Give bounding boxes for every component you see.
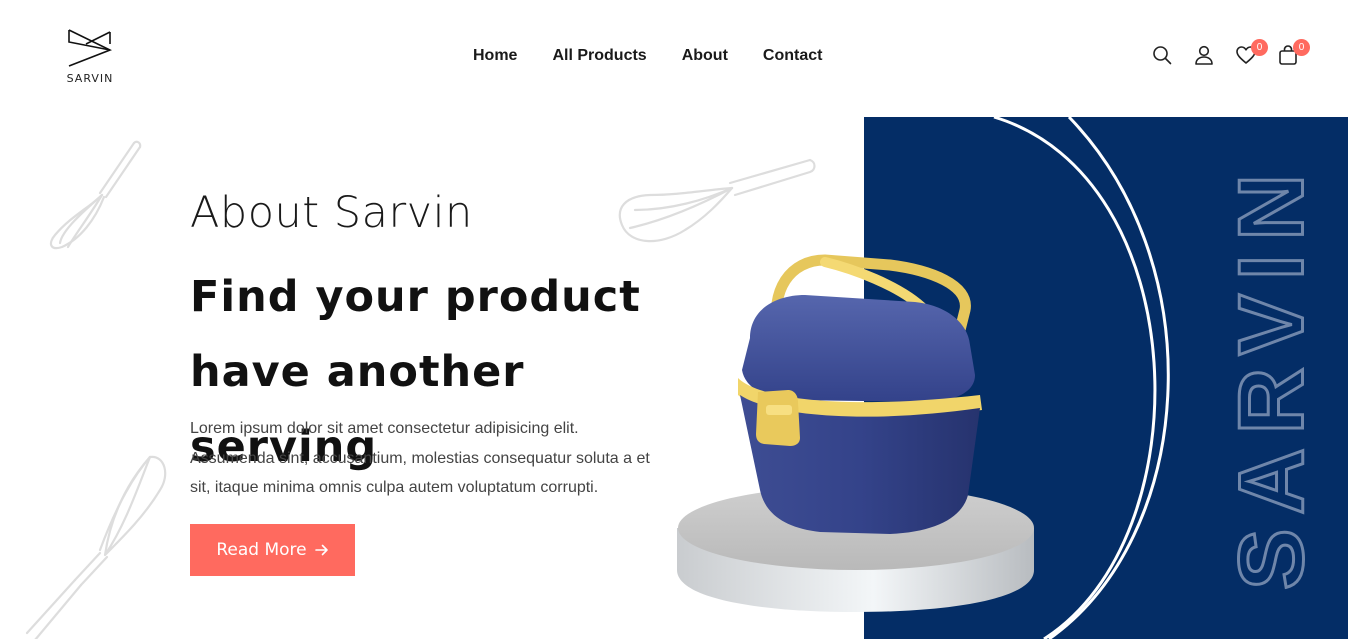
wishlist-count-badge: 0 [1251, 39, 1268, 56]
cart-count-badge: 0 [1293, 39, 1310, 56]
account-button[interactable] [1193, 44, 1215, 66]
whisk-icon [618, 158, 816, 243]
cart-button[interactable]: 0 [1277, 39, 1310, 66]
vertical-brand-text: SARVIN [1228, 160, 1322, 590]
brand-logo[interactable]: SARVIN [66, 28, 114, 88]
nav-home[interactable]: Home [473, 47, 517, 65]
user-icon [1195, 45, 1213, 65]
brand-name: SARVIN [66, 72, 114, 85]
read-more-label: Read More [216, 540, 307, 560]
arrow-right-icon [314, 544, 328, 556]
header-icons: 0 0 [1151, 39, 1310, 66]
vertical-brand-watermark: SARVIN [1228, 159, 1324, 592]
nav-about[interactable]: About [682, 47, 728, 65]
whisk-icon [49, 140, 142, 250]
nav-all-products[interactable]: All Products [552, 47, 646, 65]
read-more-button[interactable]: Read More [190, 524, 355, 576]
hero-subtitle: About Sarvin [190, 188, 473, 238]
logo-mark-icon [68, 29, 112, 67]
wishlist-button[interactable]: 0 [1235, 39, 1268, 66]
headline-line-1: Find your product [190, 272, 641, 322]
search-button[interactable] [1151, 44, 1173, 66]
lunch-box-product-image [738, 254, 982, 534]
main-nav: Home All Products About Contact [473, 47, 822, 65]
search-icon [1153, 46, 1172, 65]
hero-paragraph: Lorem ipsum dolor sit amet consectetur a… [190, 420, 650, 496]
nav-contact[interactable]: Contact [763, 47, 823, 65]
whisk-icon [25, 455, 167, 639]
